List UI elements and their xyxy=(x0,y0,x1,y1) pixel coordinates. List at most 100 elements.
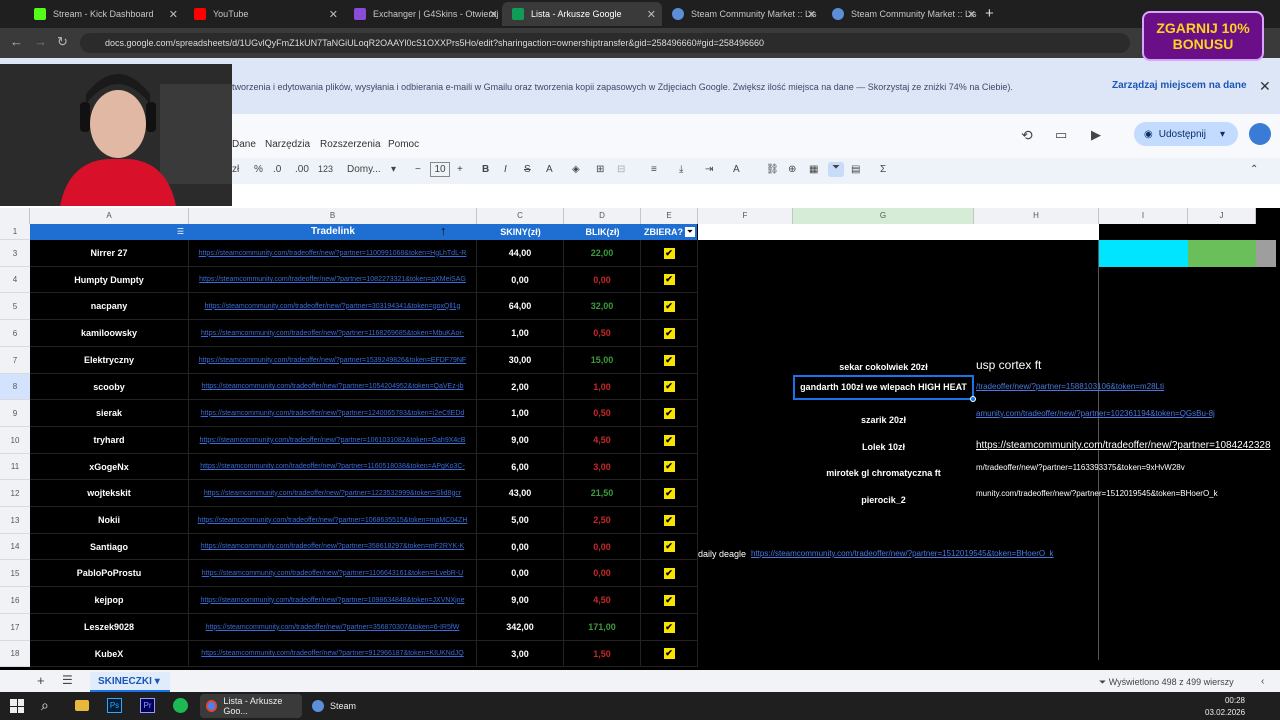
url-field[interactable]: docs.google.com/spreadsheets/d/1UGvlQyFm… xyxy=(80,33,1130,53)
search-icon[interactable]: ⌕ xyxy=(41,697,49,714)
checkbox-checked[interactable]: ✔ xyxy=(663,541,675,552)
checkbox-checked[interactable]: ✔ xyxy=(663,407,675,419)
windows-icon[interactable] xyxy=(10,699,24,713)
tab-kick[interactable]: Stream - Kick Dashboard ✕ xyxy=(24,2,184,26)
tab-steam-market-2[interactable]: Steam Community Market :: Lis ✕ xyxy=(822,2,982,26)
cell-zbiera[interactable]: ✔ xyxy=(641,320,698,347)
cell-blik[interactable]: 4,50 xyxy=(564,427,641,454)
chart-icon[interactable]: ▦ xyxy=(809,164,818,175)
cell-zbiera[interactable]: ✔ xyxy=(641,427,698,454)
reload-icon[interactable]: ↻ xyxy=(57,34,68,50)
bold-icon[interactable]: B xyxy=(482,164,489,175)
checkbox-checked[interactable]: ✔ xyxy=(663,247,675,259)
cell-blik[interactable]: 22,00 xyxy=(564,240,641,267)
tab-g4skins[interactable]: Exchanger | G4Skins - Otwieraj ✕ xyxy=(344,2,504,26)
cell-skiny[interactable]: 9,00 xyxy=(477,587,564,614)
cell-skiny[interactable]: 6,00 xyxy=(477,454,564,480)
rotate-icon[interactable]: A xyxy=(733,164,740,175)
cell-tradelink[interactable]: https://steamcommunity.com/tradeoffer/ne… xyxy=(189,587,477,614)
row-number[interactable]: 17 xyxy=(0,614,30,641)
close-icon[interactable]: ✕ xyxy=(967,8,976,21)
column-header[interactable]: J xyxy=(1188,208,1256,224)
cell-tradelink[interactable]: https://steamcommunity.com/tradeoffer/ne… xyxy=(189,240,477,267)
add-sheet-icon[interactable]: + xyxy=(37,673,45,688)
cell-zbiera[interactable]: ✔ xyxy=(641,587,698,614)
row-number[interactable]: 1 xyxy=(0,224,30,240)
close-icon[interactable]: ✕ xyxy=(329,8,338,21)
cell-skiny[interactable]: 43,00 xyxy=(477,480,564,507)
promo-ad[interactable]: ZGARNIJ 10% BONUSU xyxy=(1142,11,1264,61)
menu-rozszerzenia[interactable]: Rozszerzenia xyxy=(320,139,381,150)
cell-skiny[interactable]: 1,00 xyxy=(477,320,564,347)
checkbox-checked[interactable]: ✔ xyxy=(663,594,675,606)
cell-zbiera[interactable]: ✔ xyxy=(641,240,698,267)
cell-name[interactable]: kejpop xyxy=(30,587,189,614)
side-item[interactable]: Lolek 10zł xyxy=(793,442,974,452)
cell-name[interactable]: Leszek9028 xyxy=(30,614,189,641)
cell-tradelink[interactable]: https://steamcommunity.com/tradeoffer/ne… xyxy=(189,480,477,507)
cell-blik[interactable]: 4,50 xyxy=(564,587,641,614)
row-number[interactable]: 13 xyxy=(0,507,30,534)
cell-skiny[interactable]: 342,00 xyxy=(477,614,564,641)
share-button[interactable]: ◉ Udostępnij ▾ xyxy=(1134,122,1238,146)
text-color-icon[interactable]: A xyxy=(546,164,553,175)
cell-blik[interactable]: 3,00 xyxy=(564,454,641,480)
cell-name[interactable]: scooby xyxy=(30,374,189,400)
cell-name[interactable]: tryhard xyxy=(30,427,189,454)
filter-icon[interactable]: ⏷ xyxy=(828,162,844,177)
collapse-icon[interactable]: ‹ xyxy=(1261,676,1264,687)
tab-youtube[interactable]: YouTube ✕ xyxy=(184,2,344,26)
cell-zbiera[interactable]: ✔ xyxy=(641,293,698,320)
meet-icon[interactable]: ▶ xyxy=(1091,127,1101,143)
percent-button[interactable]: % xyxy=(254,164,263,175)
cell-name[interactable]: xGogeNx xyxy=(30,454,189,480)
row-number[interactable]: 6 xyxy=(0,320,30,347)
cell-tradelink[interactable]: https://steamcommunity.com/tradeoffer/ne… xyxy=(189,374,477,400)
borders-icon[interactable]: ⊞ xyxy=(596,164,604,175)
cell-skiny[interactable]: 5,00 xyxy=(477,507,564,534)
cell-tradelink[interactable]: https://steamcommunity.com/tradeoffer/ne… xyxy=(189,347,477,374)
select-all-corner[interactable] xyxy=(0,208,30,224)
row-number[interactable]: 7 xyxy=(0,347,30,374)
close-icon[interactable]: ✕ xyxy=(807,8,816,21)
currency-button[interactable]: zł xyxy=(232,164,239,175)
cell-skiny[interactable]: 1,00 xyxy=(477,400,564,427)
close-icon[interactable]: ✕ xyxy=(647,8,656,21)
checkbox-checked[interactable]: ✔ xyxy=(663,514,675,526)
cell-blik[interactable]: 0,00 xyxy=(564,534,641,560)
cell-zbiera[interactable]: ✔ xyxy=(641,374,698,400)
daily-link[interactable]: https://steamcommunity.com/tradeoffer/ne… xyxy=(751,549,1054,558)
cell-blik[interactable]: 0,50 xyxy=(564,400,641,427)
strikethrough-icon[interactable]: S xyxy=(524,164,531,175)
folder-icon[interactable] xyxy=(75,700,89,711)
checkbox-checked[interactable]: ✔ xyxy=(663,434,675,446)
cell-name[interactable]: sierak xyxy=(30,400,189,427)
side-link[interactable]: amunity.com/tradeoffer/new/?partner=1023… xyxy=(976,409,1215,418)
close-icon[interactable]: ✕ xyxy=(169,8,178,21)
checkbox-checked[interactable]: ✔ xyxy=(663,567,675,579)
history-icon[interactable]: ⟲ xyxy=(1021,127,1033,144)
manage-storage-link[interactable]: Zarządzaj miejscem na dane xyxy=(1112,80,1247,91)
link-icon[interactable]: ⛓ xyxy=(766,164,779,175)
row-number[interactable]: 14 xyxy=(0,534,30,560)
cell-skiny[interactable]: 3,00 xyxy=(477,641,564,667)
new-tab-icon[interactable]: + xyxy=(985,5,994,22)
row-number[interactable]: 4 xyxy=(0,267,30,293)
tab-sheets[interactable]: Lista - Arkusze Google ✕ xyxy=(502,2,662,26)
close-icon[interactable]: ✕ xyxy=(1259,78,1271,95)
cell-tradelink[interactable]: https://steamcommunity.com/tradeoffer/ne… xyxy=(189,320,477,347)
cell-zbiera[interactable]: ✔ xyxy=(641,534,698,560)
collapse-icon[interactable]: ⌃ xyxy=(1250,164,1258,175)
italic-icon[interactable]: I xyxy=(504,164,507,175)
colored-cell[interactable] xyxy=(1188,240,1256,267)
colored-cell[interactable] xyxy=(1099,240,1188,267)
checkbox-checked[interactable]: ✔ xyxy=(663,381,675,392)
cell-tradelink[interactable]: https://steamcommunity.com/tradeoffer/ne… xyxy=(189,293,477,320)
checkbox-checked[interactable]: ✔ xyxy=(663,327,675,339)
font-select[interactable]: Domy... xyxy=(347,164,381,175)
cell-tradelink[interactable]: https://steamcommunity.com/tradeoffer/ne… xyxy=(189,454,477,480)
cell-skiny[interactable]: 0,00 xyxy=(477,267,564,293)
side-link[interactable]: https://steamcommunity.com/tradeoffer/ne… xyxy=(976,440,1271,451)
chevron-down-icon[interactable]: ▾ xyxy=(1220,129,1225,140)
row-number[interactable]: 9 xyxy=(0,400,30,427)
